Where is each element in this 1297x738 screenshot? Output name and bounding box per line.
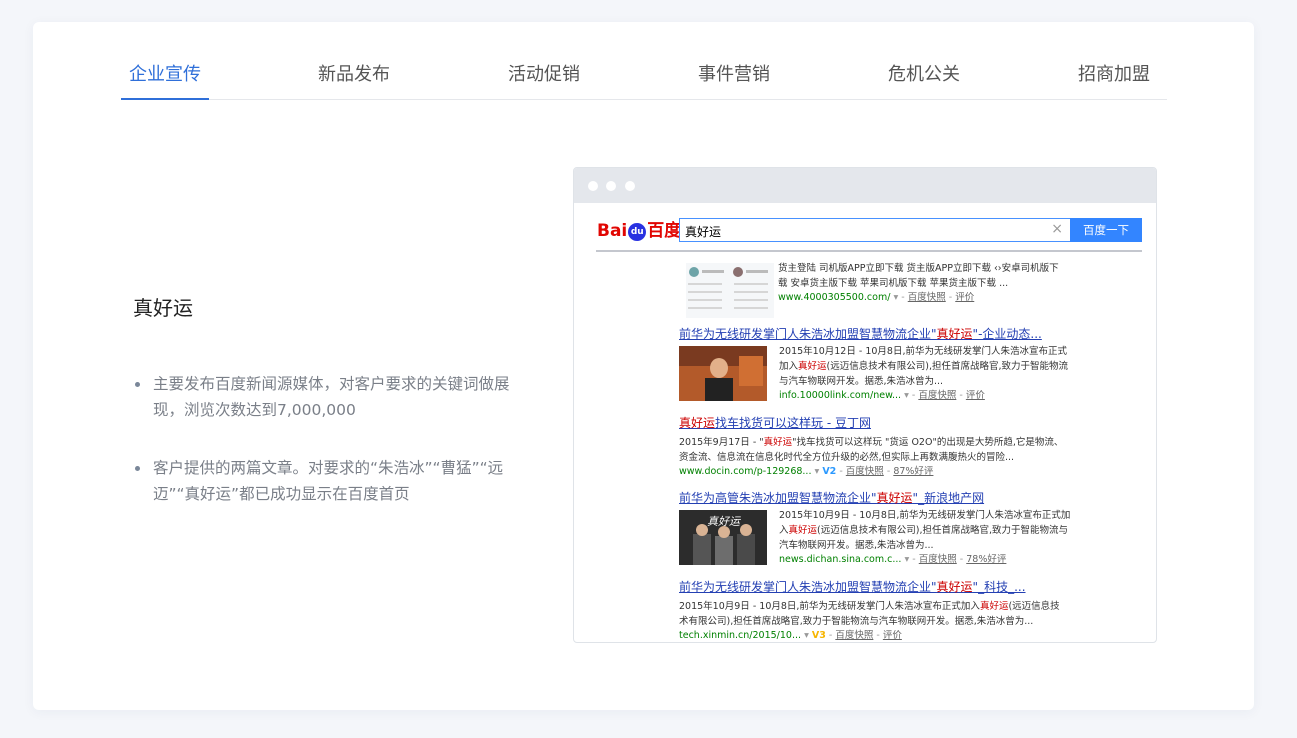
snapshot-link[interactable]: 百度快照 (919, 554, 957, 565)
result-title-link[interactable]: 真好运找车找货可以这样玩 - 豆丁网 (679, 414, 1139, 431)
window-dot-icon (625, 181, 635, 191)
content-card: 企业宣传 新品发布 活动促销 事件营销 危机公关 招商加盟 真好运 主要发布百度… (33, 22, 1254, 710)
separator: - (959, 390, 963, 401)
tab-event-marketing[interactable]: 事件营销 (698, 60, 770, 86)
dropdown-arrow-icon[interactable]: ▾ (904, 390, 909, 401)
result-snippet: 货主登陆 司机版APP立即下载 货主版APP立即下载 ‹›安卓司机版下 (778, 263, 1059, 274)
result-url-line: www.docin.com/p-129268... ▾ V2 - 百度快照 - … (679, 465, 1139, 479)
result-title-link[interactable]: 前华为无线研发掌门人朱浩冰加盟智慧物流企业"真好运"-企业动态... (679, 325, 1139, 342)
baidu-logo: Bai du 百度 (597, 216, 681, 241)
review-link[interactable]: 评价 (966, 390, 985, 401)
result-title-link[interactable]: 前华为高管朱浩冰加盟智慧物流企业"真好运"_新浪地产网 (679, 489, 1139, 506)
browser-titlebar (574, 168, 1156, 203)
case-bullet-text: 客户提供的两篇文章。对要求的“朱浩冰”“曹猛”“远迈”“真好运”都已成功显示在百… (153, 459, 504, 503)
result-snippet: 2015年10月12日 - 10月8日,前华为无线研发掌门人朱浩冰宣布正式加入真… (779, 346, 1068, 387)
baidu-results-screenshot: Bai du 百度 真好运 × 百度一下 货主登陆 司机版APP立即下载 货主版… (596, 213, 1142, 641)
separator: - (839, 466, 843, 477)
result-url-line: info.10000link.com/new... ▾ - 百度快照 - 评价 (779, 389, 1074, 403)
search-result: 真好运找车找货可以这样玩 - 豆丁网 2015年9月17日 - "真好运"找车找… (679, 414, 1139, 479)
baidu-search-box[interactable]: 真好运 × (679, 218, 1071, 242)
separator: - (828, 630, 833, 641)
baidu-search-button[interactable]: 百度一下 (1070, 218, 1142, 242)
snapshot-link[interactable]: 百度快照 (908, 292, 946, 303)
tab-promotions[interactable]: 活动促销 (508, 60, 580, 86)
result-snippet: 2015年10月9日 - 10月8日,前华为无线研发掌门人朱浩冰宣布正式加入真好… (679, 601, 1060, 627)
result-url[interactable]: www.docin.com/p-129268... (679, 466, 811, 477)
search-result: 前华为高管朱浩冰加盟智慧物流企业"真好运"_新浪地产网 真好运 2015年10月… (679, 489, 1139, 568)
case-bullet-text: 主要发布百度新闻源媒体，对客户要求的关键词做展现，浏览次数达到7,000,000 (153, 375, 510, 419)
window-dot-icon (606, 181, 616, 191)
result-url-line: news.dichan.sina.com.c... ▾ - 百度快照 - 78%… (779, 553, 1074, 567)
snapshot-link[interactable]: 百度快照 (846, 466, 884, 477)
verified-badge-icon: V2 (822, 466, 837, 477)
snapshot-link[interactable]: 百度快照 (835, 630, 873, 641)
result-url[interactable]: info.10000link.com/new... (779, 390, 901, 401)
separator: - (876, 630, 880, 641)
clear-icon[interactable]: × (1051, 221, 1063, 237)
search-result: 货主登陆 司机版APP立即下载 货主版APP立即下载 ‹›安卓司机版下 载 安卓… (686, 255, 1142, 325)
snapshot-link[interactable]: 百度快照 (918, 390, 956, 401)
baidu-logo-text-cn: 百度 (647, 221, 682, 241)
verified-badge-icon: V3 (811, 630, 826, 641)
result-thumbnail: 真好运 (679, 510, 767, 565)
result-title-link[interactable]: 前华为无线研发掌门人朱浩冰加盟智慧物流企业"真好运"_科技_... (679, 578, 1139, 595)
result-snippet: 2015年9月17日 - "真好运"找车找货可以这样玩 "货运 O2O"的出现是… (679, 437, 1064, 463)
search-result: 前华为无线研发掌门人朱浩冰加盟智慧物流企业"真好运"_科技_... 2015年1… (679, 578, 1139, 641)
window-dot-icon (588, 181, 598, 191)
baidu-paw-icon: du (628, 223, 647, 241)
search-divider (596, 250, 1142, 252)
separator: - (912, 554, 916, 565)
search-query-text: 真好运 (685, 225, 722, 239)
separator: - (901, 292, 905, 303)
result-thumbnail (686, 263, 774, 318)
dropdown-arrow-icon[interactable]: ▾ (815, 466, 820, 477)
dropdown-arrow-icon[interactable]: ▾ (904, 554, 909, 565)
case-title: 真好运 (133, 296, 193, 320)
result-url-line: tech.xinmin.cn/2015/10... ▾ V3 - 百度快照 - … (679, 629, 1139, 641)
bullet-dot-icon (135, 382, 140, 387)
bullet-dot-icon (135, 466, 140, 471)
result-snippet: 2015年10月9日 - 10月8日,前华为无线研发掌门人朱浩冰宣布正式加入真好… (779, 510, 1071, 551)
thumbnail-caption: 真好运 (707, 515, 740, 528)
search-result: 前华为无线研发掌门人朱浩冰加盟智慧物流企业"真好运"-企业动态... 2015年… (679, 325, 1139, 404)
result-snippet: 载 安卓货主版下载 苹果司机版下载 苹果货主版下载 ... (778, 278, 1009, 289)
rating-link[interactable]: 87%好评 (893, 466, 933, 477)
tab-corporate-promotion[interactable]: 企业宣传 (129, 60, 201, 86)
review-link[interactable]: 评价 (883, 630, 902, 641)
tab-bar: 企业宣传 新品发布 活动促销 事件营销 危机公关 招商加盟 (121, 22, 1167, 100)
baidu-logo-text: Bai (597, 221, 628, 241)
separator: - (911, 390, 916, 401)
separator: - (959, 554, 964, 565)
dropdown-arrow-icon[interactable]: ▾ (804, 630, 809, 641)
result-url[interactable]: tech.xinmin.cn/2015/10... (679, 630, 801, 641)
review-link[interactable]: 评价 (955, 292, 974, 303)
dropdown-arrow-icon[interactable]: ▾ (893, 292, 898, 303)
result-url[interactable]: www.4000305500.com/ (778, 292, 890, 303)
tab-crisis-pr[interactable]: 危机公关 (888, 60, 960, 86)
result-thumbnail (679, 346, 767, 401)
active-tab-indicator (121, 98, 209, 100)
separator: - (886, 466, 891, 477)
result-url-line: www.4000305500.com/ ▾ - 百度快照 - 评价 (778, 291, 1142, 305)
browser-mockup: Bai du 百度 真好运 × 百度一下 货主登陆 司机版APP立即下载 货主版… (573, 167, 1157, 643)
result-url[interactable]: news.dichan.sina.com.c... (779, 554, 901, 565)
case-bullet: 主要发布百度新闻源媒体，对客户要求的关键词做展现，浏览次数达到7,000,000 (133, 371, 518, 423)
separator: - (948, 292, 953, 303)
case-bullet: 客户提供的两篇文章。对要求的“朱浩冰”“曹猛”“远迈”“真好运”都已成功显示在百… (133, 455, 518, 507)
rating-link[interactable]: 78%好评 (966, 554, 1006, 565)
tab-franchise[interactable]: 招商加盟 (1078, 60, 1150, 86)
tab-product-launch[interactable]: 新品发布 (318, 60, 390, 86)
